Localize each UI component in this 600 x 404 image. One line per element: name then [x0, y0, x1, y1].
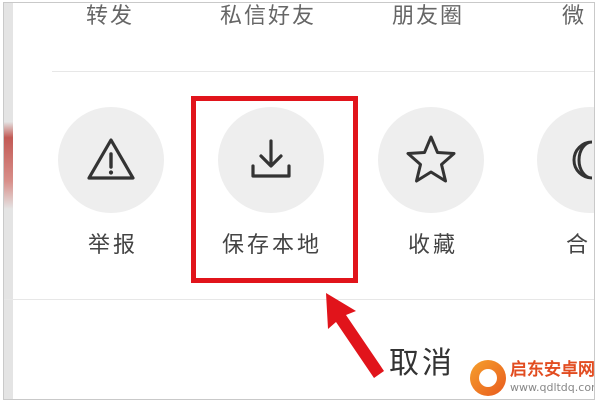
watermark-title: 启东安卓网 [510, 360, 595, 380]
favorite-button[interactable] [378, 107, 484, 213]
divider-top [52, 71, 594, 72]
together-label: 合 [566, 233, 592, 258]
share-sheet: 转发 私信好友 朋友圈 微 举报 保存本地 收藏 合 取消 启东安卓网 www.… [3, 2, 595, 400]
divider-bottom [4, 299, 594, 300]
together-button[interactable] [537, 107, 594, 213]
cancel-button[interactable]: 取消 [389, 344, 455, 384]
download-icon [251, 139, 291, 178]
report-label: 举报 [88, 233, 139, 258]
background-video-edge [4, 3, 13, 399]
star-icon [406, 135, 456, 183]
watermark-logo-icon [470, 360, 506, 396]
share-target-moments[interactable]: 朋友圈 [392, 3, 464, 33]
watermark-url: www.qdltdq.com [510, 381, 595, 394]
moon-icon [572, 140, 593, 180]
warning-triangle-icon [87, 138, 135, 180]
pointer-arrow-icon [326, 293, 384, 378]
save-local-button[interactable] [218, 107, 324, 213]
site-watermark: 启东安卓网 www.qdltdq.com [470, 358, 595, 399]
share-target-wechat[interactable]: 微 [562, 3, 586, 33]
save-local-label: 保存本地 [222, 233, 323, 258]
share-target-forward[interactable]: 转发 [86, 3, 134, 33]
favorite-label: 收藏 [408, 233, 459, 258]
report-button[interactable] [58, 107, 164, 213]
share-target-private-message[interactable]: 私信好友 [220, 3, 316, 33]
